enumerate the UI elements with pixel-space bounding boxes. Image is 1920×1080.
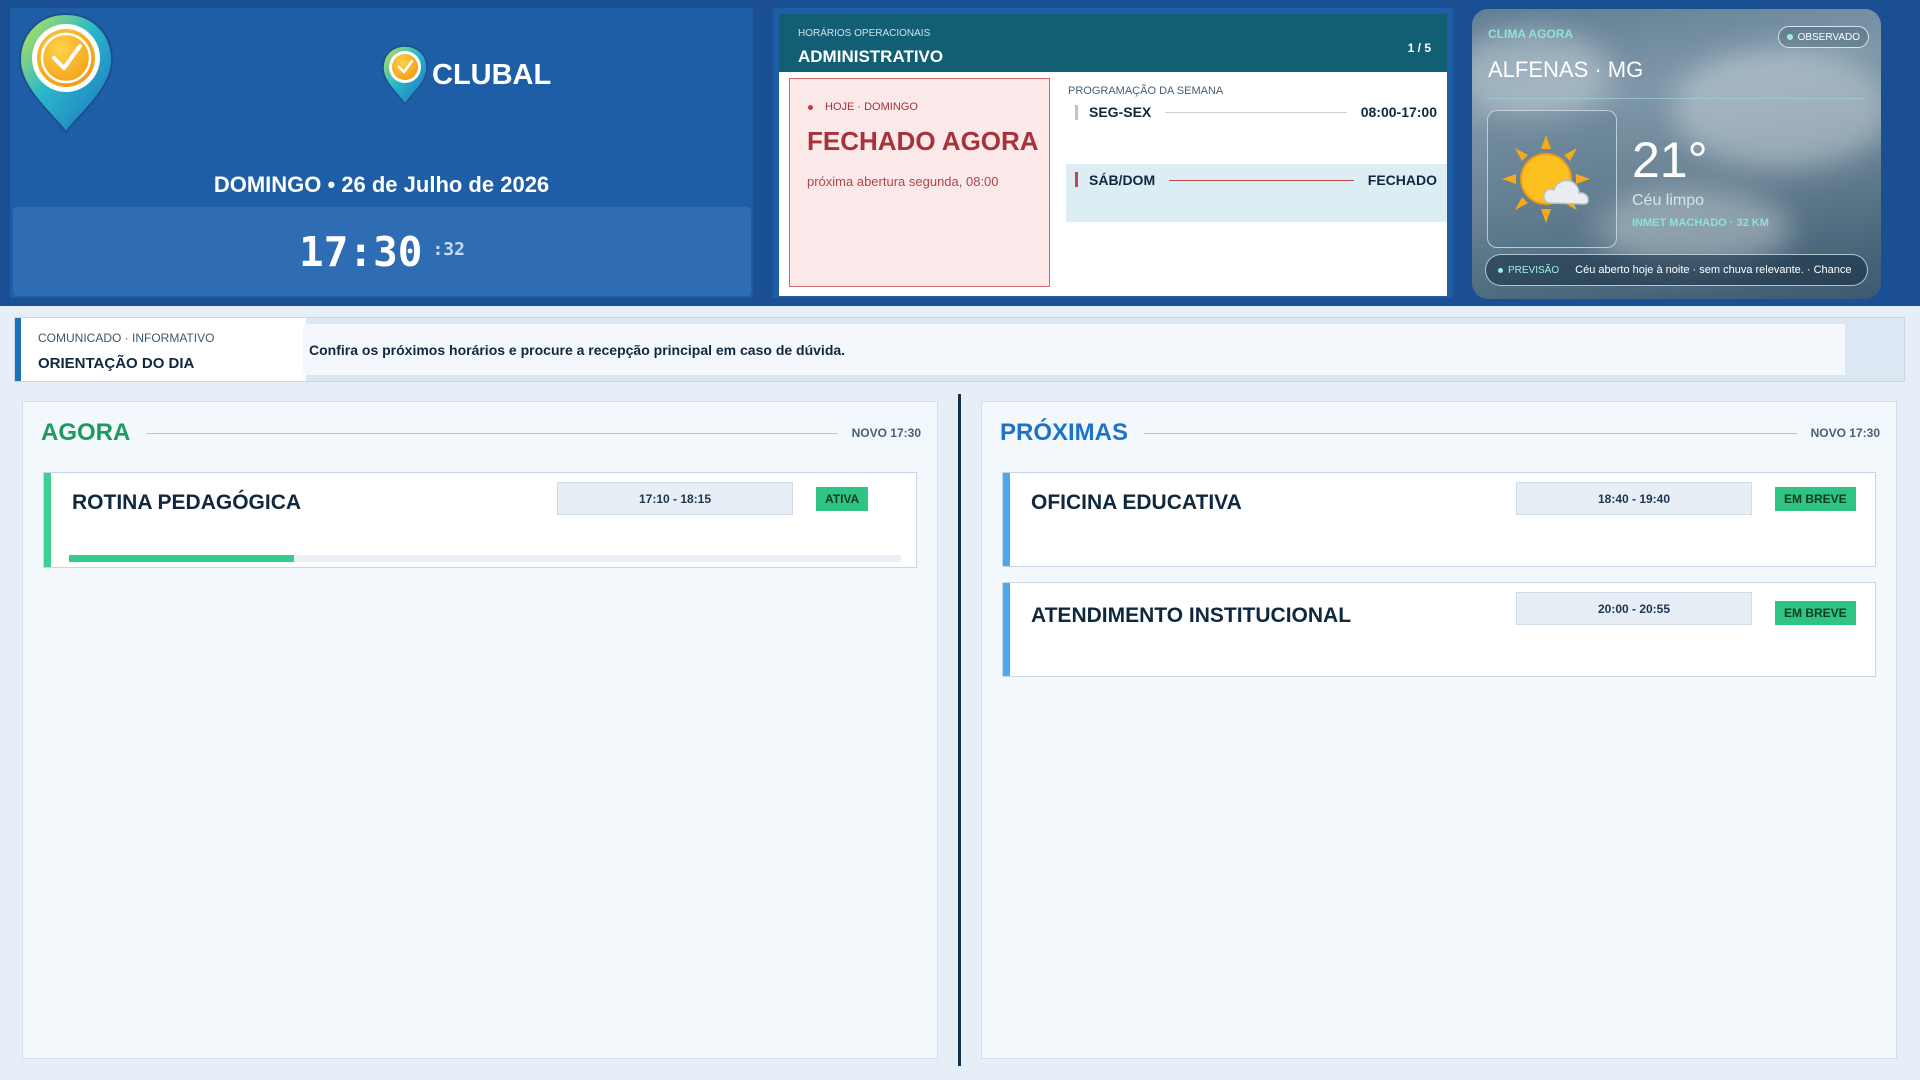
status-badge: EM BREVE [1775,487,1856,511]
brand-panel: CLUBAL DOMINGO • 26 de Julho de 2026 17:… [10,8,753,298]
notice-message: Confira os próximos horários e procure a… [303,324,1845,375]
event-accent [1003,473,1010,566]
event-title: OFICINA EDUCATIVA [1031,491,1242,514]
week-row-day: SÁB/DOM [1089,172,1156,188]
week-row-time: 08:00-17:00 [1360,104,1437,120]
weather-city: ALFENAS · MG [1488,57,1644,82]
event-progress-fill [69,555,294,562]
update-stamp: NOVO 17:30 [1810,426,1880,440]
notice-header: COMUNICADO · INFORMATIVO ORIENTAÇÃO DO D… [21,318,306,381]
notice-bar: COMUNICADO · INFORMATIVO ORIENTAÇÃO DO D… [14,317,1905,382]
week-row-time: FECHADO [1367,172,1437,188]
column-header: PRÓXIMAS NOVO 17:30 [1000,418,1880,448]
week-row-current: SÁB/DOM FECHADO [1066,164,1447,222]
forecast-ticker: PREVISÃO Céu aberto hoje à noite · sem c… [1485,254,1868,286]
next-column: PRÓXIMAS NOVO 17:30 OFICINA EDUCATIVA 18… [981,401,1897,1059]
row-leader-line [1165,111,1347,113]
event-time: 17:10 - 18:15 [557,482,793,515]
clock-seconds: :32 [432,239,465,260]
notice-title: ORIENTAÇÃO DO DIA [38,355,195,372]
event-title: ROTINA PEDAGÓGICA [72,491,302,514]
row-leader-line [1169,180,1354,181]
operating-hours-panel: HORÁRIOS OPERACIONAIS ADMINISTRATIVO 1 /… [773,8,1453,298]
observed-badge: OBSERVADO [1777,26,1869,48]
event-accent [1003,583,1010,676]
next-opening: próxima abertura segunda, 08:00 [807,174,999,189]
row-marker [1075,172,1078,187]
event-card: ATENDIMENTO INSTITUCIONAL 20:00 - 20:55 … [1002,582,1876,677]
hours-header: HORÁRIOS OPERACIONAIS ADMINISTRATIVO 1 /… [779,14,1447,72]
event-title: ATENDIMENTO INSTITUCIONAL [1031,604,1352,627]
event-time: 18:40 - 19:40 [1516,482,1752,515]
weather-icon-box [1487,110,1617,248]
today-status: FECHADO AGORA [807,126,1039,156]
hours-pager: 1 / 5 [1407,41,1431,55]
divider [1144,432,1797,434]
clubal-logo: CLUBAL [380,40,551,110]
clubal-pin-icon [382,45,428,106]
brand-name: CLUBAL [432,58,552,91]
clock-hours-minutes: 17:30 [299,227,423,276]
divider [1488,98,1865,99]
column-title: PRÓXIMAS [1000,419,1129,446]
column-title: AGORA [41,419,131,446]
date-line: DOMINGO • 26 de Julho de 2026 [213,172,550,197]
row-marker [1075,104,1078,120]
status-badge: EM BREVE [1775,601,1856,625]
hours-kicker: HORÁRIOS OPERACIONAIS [798,28,931,39]
column-header: AGORA NOVO 17:30 [41,418,921,448]
temperature: 21° [1632,132,1708,188]
weather-panel: CLIMA AGORA OBSERVADO ALFENAS · MG 21° C… [1472,9,1881,299]
week-row-day: SEG-SEX [1089,104,1152,120]
sun-cloud-icon [1502,135,1590,223]
status-dot-icon [1786,34,1793,40]
status-dot-icon [1498,267,1503,273]
today-kicker-label: HOJE · DOMINGO [825,101,918,113]
clock: 17:30 :32 [13,207,751,296]
event-card: ROTINA PEDAGÓGICA 17:10 - 18:15 ATIVA [43,472,917,568]
forecast-label: PREVISÃO [1508,264,1560,276]
weather-source: INMET MACHADO · 32 KM [1632,217,1769,229]
status-badge: ATIVA [816,487,869,511]
divider [146,432,838,434]
hours-body: HOJE · DOMINGO FECHADO AGORA próxima abe… [779,72,1447,296]
event-time: 20:00 - 20:55 [1516,592,1752,625]
now-column: AGORA NOVO 17:30 ROTINA PEDAGÓGICA 17:10… [22,401,938,1059]
header-band: CLUBAL DOMINGO • 26 de Julho de 2026 17:… [0,0,1920,306]
forecast-text: Céu aberto hoje à noite · sem chuva rele… [1575,264,1852,276]
update-stamp: NOVO 17:30 [851,426,921,440]
today-kicker: HOJE · DOMINGO [808,101,918,113]
hours-title: ADMINISTRATIVO [798,47,944,66]
event-card: OFICINA EDUCATIVA 18:40 - 19:40 EM BREVE [1002,472,1876,567]
event-progress-bar [69,555,901,562]
column-divider [958,394,961,1066]
today-status-card: HOJE · DOMINGO FECHADO AGORA próxima abe… [789,78,1050,287]
clock-pin-icon [18,12,114,134]
week-row: SEG-SEX 08:00-17:00 [1066,97,1447,127]
weather-kicker: CLIMA AGORA [1488,27,1574,41]
observed-badge-label: OBSERVADO [1797,31,1860,43]
weather-condition: Céu limpo [1632,192,1705,209]
status-dot-icon [808,104,813,110]
notice-kicker: COMUNICADO · INFORMATIVO [38,331,215,345]
week-schedule-label: PROGRAMAÇÃO DA SEMANA [1068,85,1224,97]
event-accent [44,473,51,567]
